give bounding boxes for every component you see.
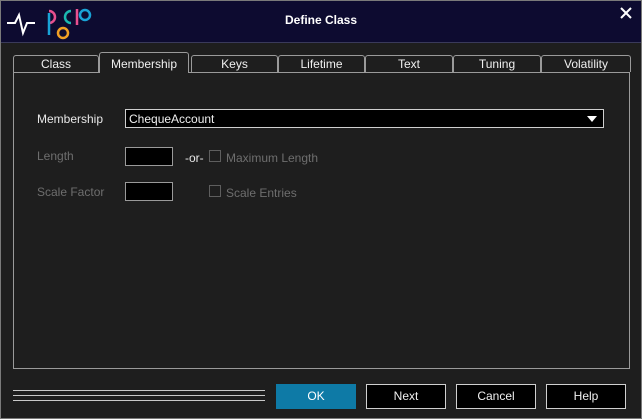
chevron-down-icon[interactable] bbox=[587, 116, 597, 122]
tab-text[interactable]: Text bbox=[365, 55, 453, 72]
tab-lifetime[interactable]: Lifetime bbox=[278, 55, 365, 72]
tab-membership[interactable]: Membership bbox=[99, 52, 189, 73]
maximum-length-label: Maximum Length bbox=[226, 151, 319, 165]
membership-label: Membership bbox=[37, 112, 103, 126]
tab-strip: Class Membership Keys Lifetime Text Tuni… bbox=[13, 52, 633, 73]
divider bbox=[13, 395, 265, 396]
tab-keys[interactable]: Keys bbox=[191, 55, 278, 72]
define-class-dialog: Define Class Class Membership Keys Lifet… bbox=[0, 0, 642, 419]
close-icon[interactable] bbox=[619, 6, 633, 20]
ok-button[interactable]: OK bbox=[276, 384, 356, 409]
scale-entries-checkbox[interactable] bbox=[209, 185, 221, 197]
membership-value: ChequeAccount bbox=[129, 112, 215, 126]
next-button[interactable]: Next bbox=[366, 384, 446, 409]
tab-volatility[interactable]: Volatility bbox=[541, 55, 631, 72]
scale-factor-input[interactable] bbox=[125, 182, 173, 201]
length-label: Length bbox=[37, 149, 74, 163]
scale-entries-label: Scale Entries bbox=[226, 186, 297, 200]
maximum-length-checkbox[interactable] bbox=[209, 150, 221, 162]
membership-select[interactable]: ChequeAccount bbox=[125, 109, 604, 128]
length-input[interactable] bbox=[125, 147, 173, 166]
help-button[interactable]: Help bbox=[546, 384, 626, 409]
scale-factor-label: Scale Factor bbox=[37, 185, 105, 199]
tab-class[interactable]: Class bbox=[13, 55, 99, 72]
tab-tuning[interactable]: Tuning bbox=[453, 55, 541, 72]
divider bbox=[13, 390, 265, 391]
or-text: -or- bbox=[185, 151, 204, 165]
divider bbox=[13, 400, 265, 401]
membership-label-text: Membership bbox=[37, 112, 104, 126]
cancel-button[interactable]: Cancel bbox=[456, 384, 536, 409]
dialog-title: Define Class bbox=[284, 13, 358, 27]
title-bar: Define Class bbox=[1, 1, 641, 43]
